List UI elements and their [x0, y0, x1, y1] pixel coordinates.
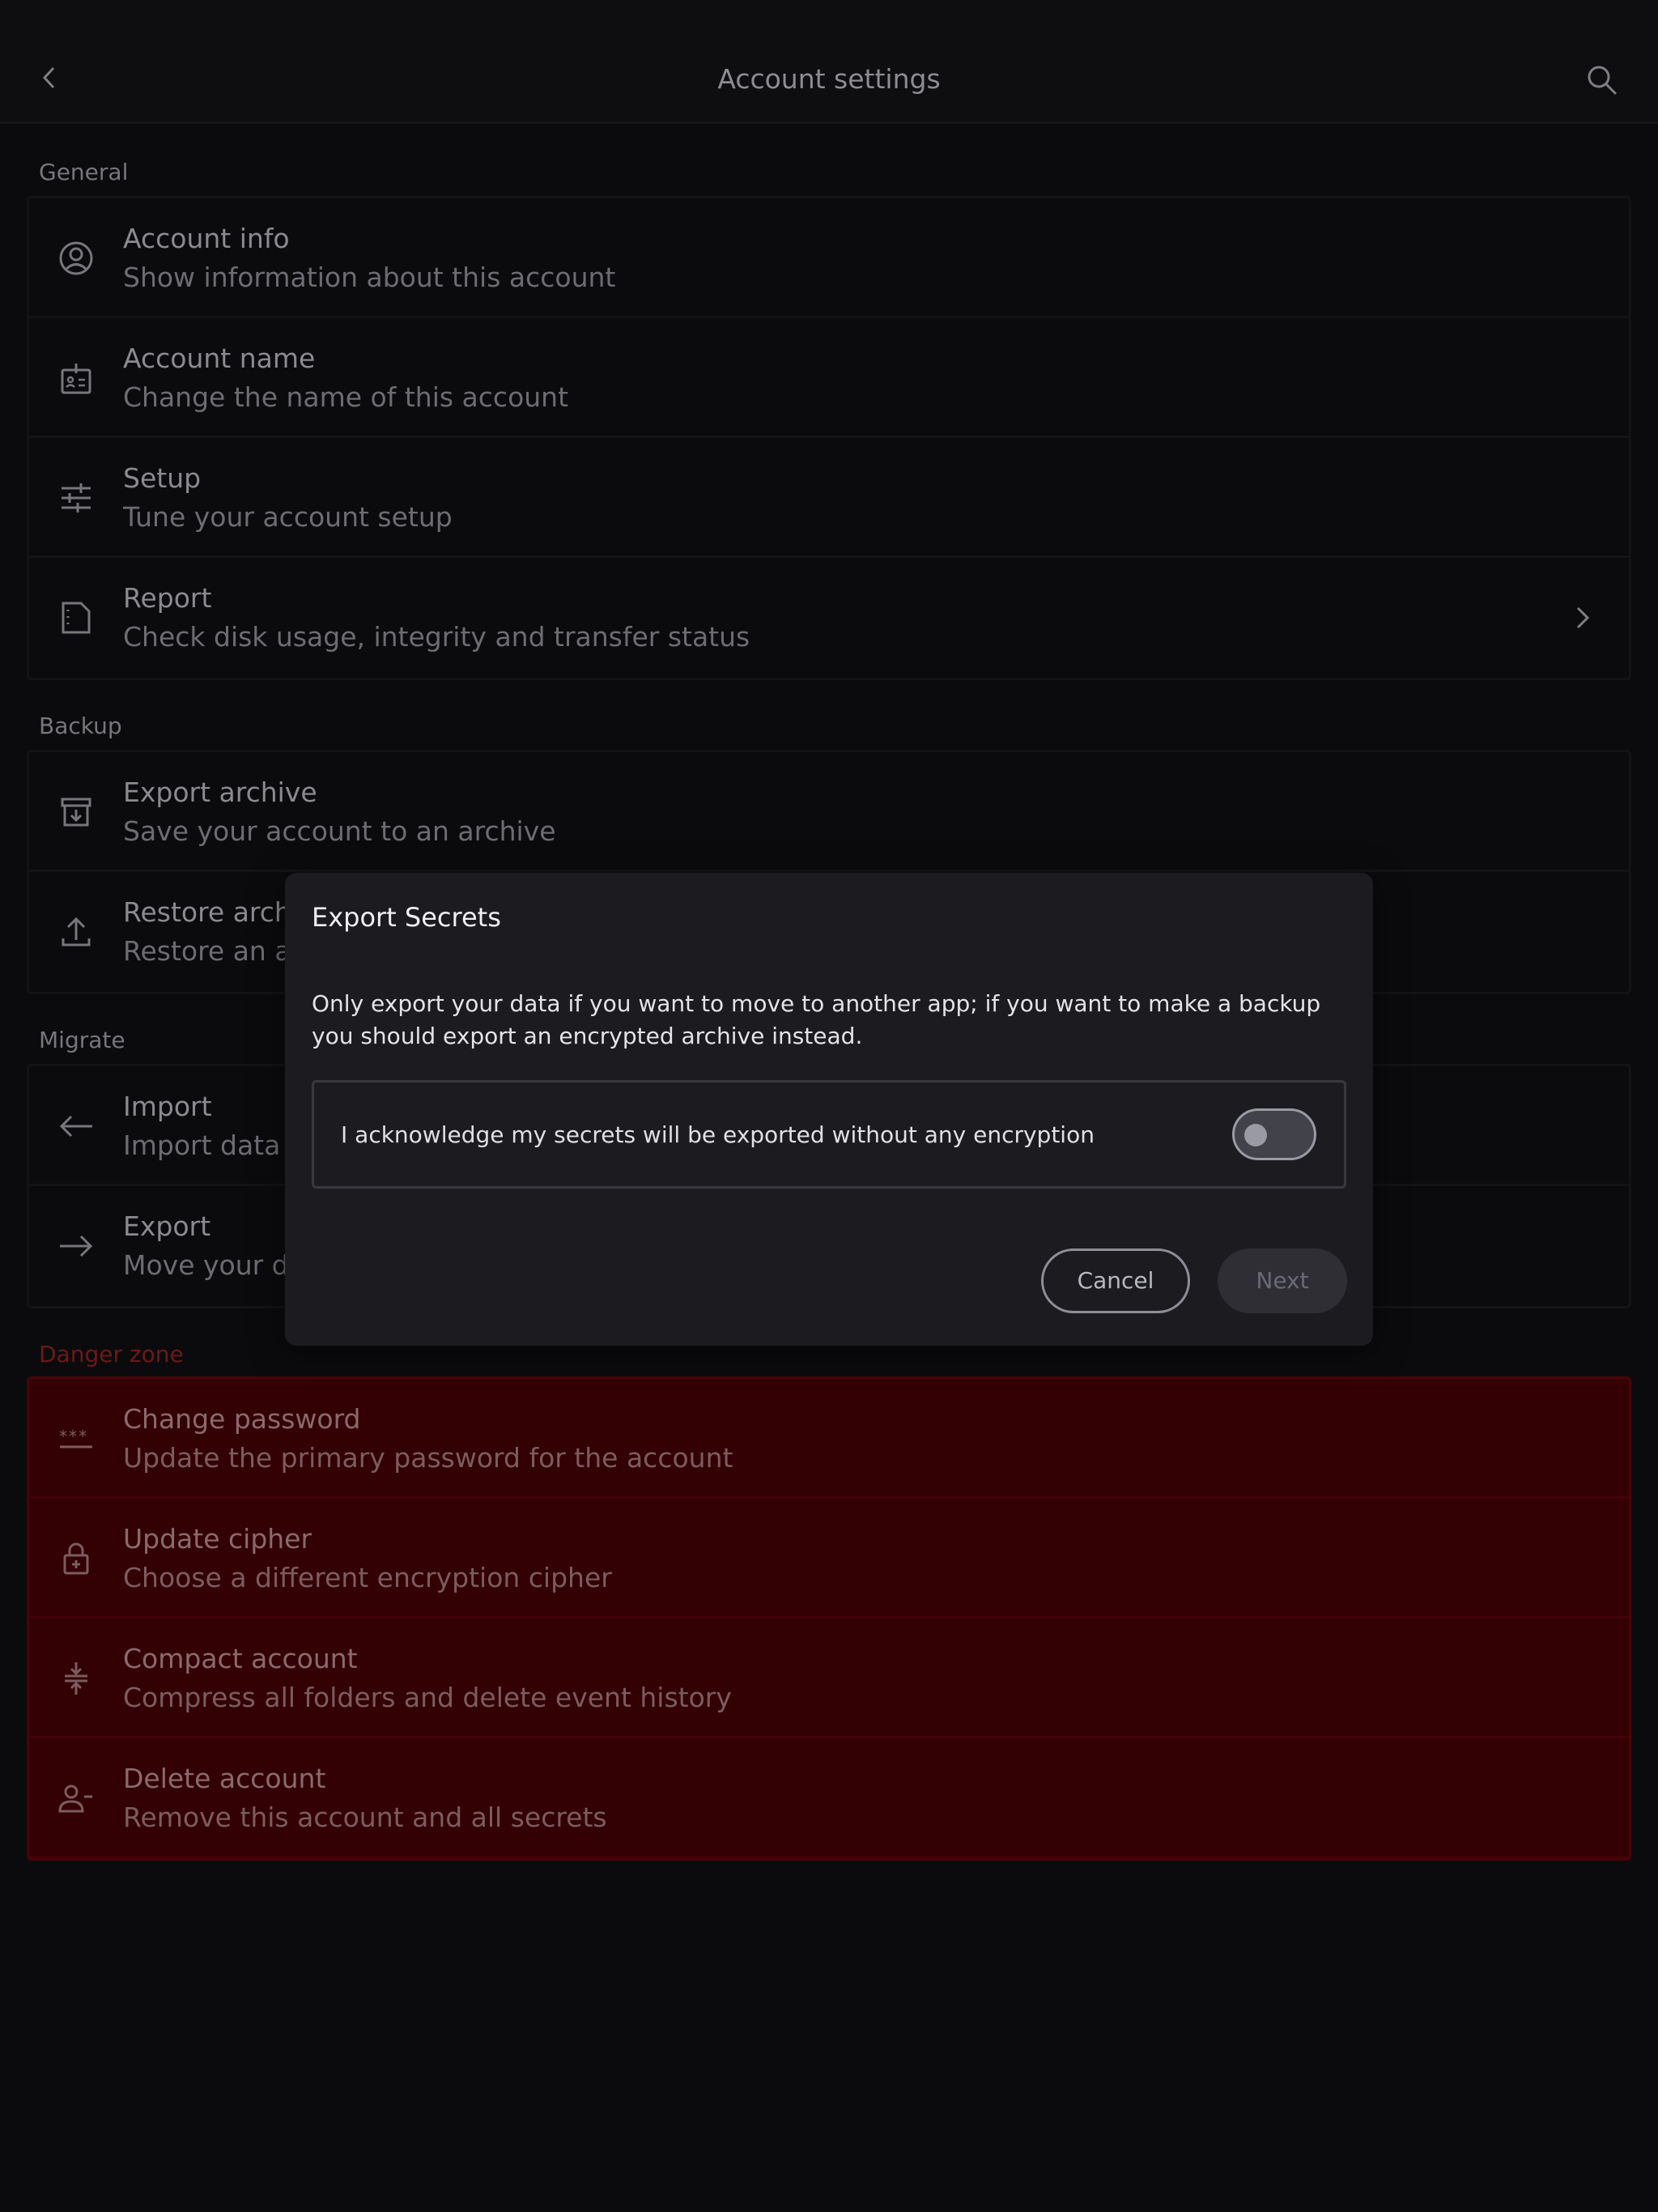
item-label: Report	[123, 582, 212, 614]
settings-item-update-cipher[interactable]: Update cipher Choose a different encrypt…	[29, 1499, 1629, 1619]
item-label: Export archive	[123, 776, 317, 808]
toggle-knob	[1244, 1124, 1267, 1146]
settings-item-report[interactable]: Report Check disk usage, integrity and t…	[29, 558, 1629, 678]
settings-item-export-archive[interactable]: Export archive Save your account to an a…	[29, 752, 1629, 872]
arrow-right-icon	[57, 1227, 96, 1266]
settings-item-delete-account[interactable]: Delete account Remove this account and a…	[29, 1738, 1629, 1858]
lock-plus-icon	[57, 1539, 96, 1578]
search-icon[interactable]	[1584, 62, 1621, 99]
dialog-body: Only export your data if you want to mov…	[312, 990, 1321, 1049]
password-icon: ***	[57, 1419, 96, 1458]
compress-icon	[57, 1659, 96, 1698]
settings-item-change-password[interactable]: *** Change password Update the primary p…	[29, 1379, 1629, 1499]
item-label: Account name	[123, 342, 316, 374]
settings-item-account-info[interactable]: Account info Show information about this…	[29, 198, 1629, 318]
acknowledge-text: I acknowledge my secrets will be exporte…	[341, 1121, 1095, 1148]
danger-zone-card: *** Change password Update the primary p…	[27, 1376, 1631, 1861]
upload-icon	[57, 912, 96, 951]
export-secrets-dialog: Export Secrets Only export your data if …	[285, 873, 1373, 1346]
document-icon	[57, 598, 96, 637]
item-label: Account info	[123, 223, 290, 254]
section-label-backup: Backup	[39, 713, 122, 739]
item-label: Update cipher	[123, 1523, 312, 1555]
svg-text:***: ***	[58, 1427, 87, 1446]
section-label-general: General	[39, 159, 129, 185]
arrow-left-icon	[57, 1107, 96, 1146]
user-remove-icon	[57, 1779, 96, 1818]
item-label: Delete account	[123, 1763, 326, 1794]
page-title: Account settings	[717, 63, 941, 95]
archive-download-icon	[57, 793, 96, 832]
user-circle-icon	[57, 239, 96, 278]
acknowledge-toggle[interactable]	[1232, 1108, 1316, 1160]
item-label: Export	[123, 1210, 211, 1242]
sliders-icon	[57, 479, 96, 517]
item-description: Change the name of this account	[123, 381, 569, 413]
item-description: Compress all folders and delete event hi…	[123, 1682, 732, 1713]
item-label: Import	[123, 1091, 212, 1122]
section-label-migrate: Migrate	[39, 1027, 125, 1053]
item-label: Change password	[123, 1403, 361, 1435]
general-card: Account info Show information about this…	[27, 196, 1631, 680]
settings-item-compact-account[interactable]: Compact account Compress all folders and…	[29, 1619, 1629, 1738]
top-bar: Account settings	[0, 0, 1658, 124]
item-description: Show information about this account	[123, 262, 616, 293]
chevron-right-icon	[1567, 603, 1596, 632]
cancel-button[interactable]: Cancel	[1041, 1249, 1190, 1313]
dialog-title: Export Secrets	[312, 902, 501, 933]
item-description: Remove this account and all secrets	[123, 1802, 607, 1833]
item-description: Save your account to an archive	[123, 815, 556, 847]
item-description: Tune your account setup	[123, 501, 453, 533]
item-description: Check disk usage, integrity and transfer…	[123, 621, 750, 653]
next-button[interactable]: Next	[1218, 1249, 1347, 1313]
item-description: Update the primary password for the acco…	[123, 1442, 733, 1474]
item-label: Compact account	[123, 1643, 358, 1674]
section-label-danger-zone: Danger zone	[39, 1341, 184, 1368]
settings-item-account-name[interactable]: Account name Change the name of this acc…	[29, 318, 1629, 438]
id-badge-icon	[57, 359, 96, 398]
item-description: Choose a different encryption cipher	[123, 1562, 612, 1593]
settings-item-setup[interactable]: Setup Tune your account setup	[29, 438, 1629, 558]
acknowledge-box: I acknowledge my secrets will be exporte…	[312, 1080, 1346, 1189]
item-label: Setup	[123, 462, 202, 494]
